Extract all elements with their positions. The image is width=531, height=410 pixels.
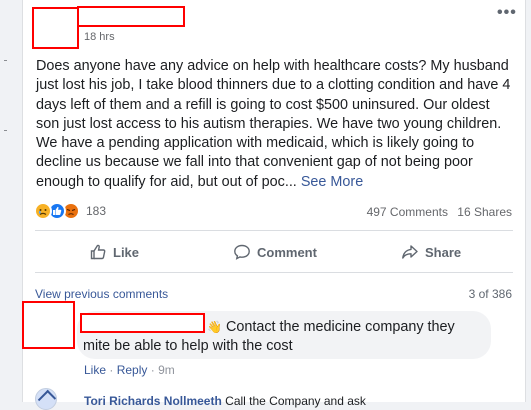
comment-reply-link[interactable]: Reply [117, 363, 148, 377]
post-card: 18 hrs ••• Does anyone have any advice o… [22, 0, 525, 410]
share-button-label: Share [425, 244, 462, 260]
share-arrow-icon [402, 245, 418, 259]
next-comment: Tori Richards Nollmeeth Call the Company… [84, 394, 366, 408]
commenter-name[interactable]: Tori Richards Nollmeeth [84, 394, 222, 408]
comment-bubble-icon [234, 244, 250, 260]
commenter-avatar-redacted[interactable] [22, 301, 75, 349]
page-left-gutter [0, 0, 22, 402]
separator-dot: · [109, 363, 114, 377]
comment-timestamp[interactable]: 9m [158, 363, 175, 377]
like-button[interactable]: Like [89, 240, 139, 264]
waving-hand-emoji: 👋 [207, 320, 222, 334]
reaction-summary[interactable]: 183 [34, 202, 106, 220]
author-avatar-redacted[interactable] [32, 7, 79, 49]
view-previous-comments-link[interactable]: View previous comments [35, 287, 168, 301]
divider [35, 230, 513, 231]
author-name-redacted[interactable] [77, 6, 185, 27]
separator-dot: · [150, 363, 155, 377]
gutter-mark [4, 60, 7, 61]
shares-count-link[interactable]: 16 Shares [457, 205, 512, 219]
post-body: Does anyone have any advice on help with… [36, 57, 511, 192]
engagement-counts: 497 Comments 16 Shares [361, 205, 512, 219]
divider [35, 272, 513, 273]
gutter-mark [4, 130, 7, 131]
comment-actions: Like · Reply · 9m [84, 363, 175, 377]
page-right-gutter [525, 0, 531, 402]
commenter-name-redacted[interactable] [80, 313, 205, 333]
comment-text: Call the Company and ask [225, 394, 366, 408]
commenter-avatar[interactable] [35, 388, 57, 410]
comment-button[interactable]: Comment [233, 240, 317, 264]
comments-pager: 3 of 386 [468, 287, 512, 301]
like-button-label: Like [113, 244, 140, 260]
sad-reaction-icon [34, 202, 52, 220]
more-options-icon[interactable]: ••• [497, 5, 517, 21]
comments-count-link[interactable]: 497 Comments [367, 205, 448, 219]
post-timestamp[interactable]: 18 hrs [84, 31, 115, 43]
thumbs-up-icon [90, 244, 106, 260]
reaction-count: 183 [86, 204, 107, 218]
comment-button-label: Comment [257, 244, 317, 260]
post-text: Does anyone have any advice on help with… [36, 58, 511, 190]
share-button[interactable]: Share [401, 240, 461, 264]
see-more-link[interactable]: See More [301, 174, 363, 190]
comment-like-link[interactable]: Like [84, 363, 106, 377]
